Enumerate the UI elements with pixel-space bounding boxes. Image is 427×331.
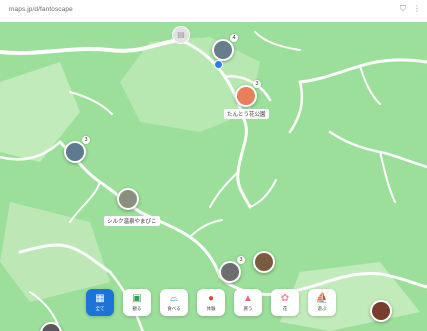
- current-location-dot: [214, 60, 223, 69]
- photo-pin[interactable]: 4: [212, 34, 238, 61]
- photo-pin[interactable]: [370, 300, 392, 322]
- flower-icon: ✿: [280, 293, 290, 304]
- landscape-icon: ▣: [132, 293, 142, 304]
- food-icon: ⌓: [170, 293, 178, 304]
- balloon-icon: ●: [207, 293, 215, 304]
- sailboat-icon: ⛵: [315, 293, 329, 304]
- category-see-button[interactable]: ▣ 観る: [123, 289, 151, 316]
- photo-pin[interactable]: 3: [219, 256, 245, 283]
- place-label[interactable]: たんとう花公園: [224, 109, 269, 119]
- place-label[interactable]: シルク温泉やまびこ: [104, 216, 160, 226]
- photo-pin[interactable]: 3: [64, 136, 90, 163]
- browser-bar: maps.jp/d/fantoscape ⛉ ⋮: [0, 0, 427, 23]
- flower-garden-pin[interactable]: 3: [235, 80, 261, 107]
- cluster-count: 3: [253, 80, 261, 88]
- cluster-count: 3: [82, 136, 90, 144]
- category-shop-button[interactable]: ▲ 買う: [234, 289, 262, 316]
- category-flower-button[interactable]: ✿ 花: [271, 289, 299, 316]
- map-canvas[interactable]: ▤ 4 3 たんとう花公園 3 シルク温泉やまびこ 3: [0, 22, 427, 331]
- category-eat-button[interactable]: ⌓ 食べる: [160, 289, 188, 316]
- shield-icon[interactable]: ⛉: [400, 4, 406, 14]
- category-play-button[interactable]: ⛵ 遊ぶ: [308, 289, 336, 316]
- category-bar: ▦ 全て ▣ 観る ⌓ 食べる ● 体験 ▲ 買う ✿ 花 ⛵ 遊ぶ: [86, 289, 336, 316]
- shopping-bag-icon: ▲: [243, 293, 253, 304]
- cluster-count: 4: [230, 34, 238, 42]
- terrain-map: [0, 22, 427, 331]
- category-all-button[interactable]: ▦ 全て: [86, 289, 114, 316]
- top-icons: ⛉ ⋮: [400, 4, 421, 14]
- category-experience-button[interactable]: ● 体験: [197, 289, 225, 316]
- url-text[interactable]: maps.jp/d/fantoscape: [9, 6, 73, 13]
- photo-pin[interactable]: [40, 322, 62, 331]
- all-icon: ▦: [95, 293, 105, 304]
- map-building-icon[interactable]: ▤: [172, 26, 190, 44]
- onsen-pin[interactable]: [117, 188, 139, 210]
- photo-pin[interactable]: [253, 251, 275, 273]
- cluster-count: 3: [237, 256, 245, 264]
- more-icon[interactable]: ⋮: [413, 4, 421, 14]
